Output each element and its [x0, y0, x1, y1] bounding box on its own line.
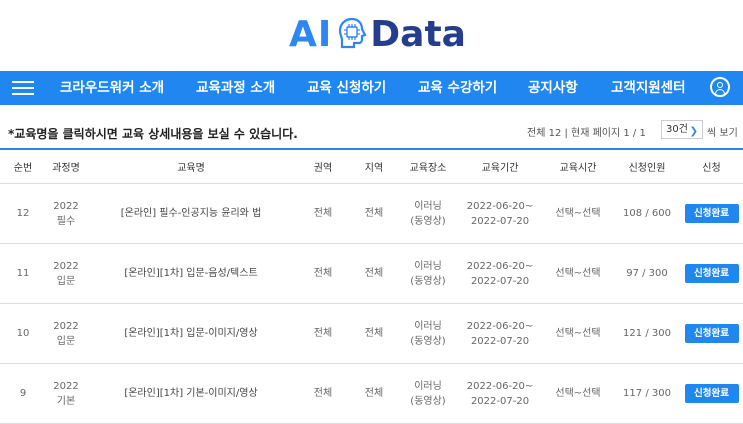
course-name-link[interactable]: [온라인][1차] 입문-음성/텍스트: [86, 243, 296, 304]
page-summary: 전체 12 | 현재 페이지 1 / 1: [527, 128, 646, 139]
course-type: 2022 입문: [46, 243, 86, 304]
page-size-label: 씩 보기: [707, 128, 738, 139]
count-cell: 121 / 300: [614, 303, 680, 364]
period-cell: 2022-06-20~ 2022-07-20: [458, 243, 542, 304]
course-type: 2022 필수: [46, 183, 86, 244]
apply-complete-button[interactable]: 신청완료: [684, 384, 739, 403]
column-header: 교육기간: [458, 150, 542, 184]
course-type: 2022 기본: [46, 363, 86, 424]
notice-text: *교육명을 클릭하시면 교육 상세내용을 보실 수 있습니다.: [8, 127, 298, 141]
apply-cell: 신청완료: [680, 303, 743, 364]
apply-cell: 신청완료: [680, 243, 743, 304]
region-cell: 전체: [296, 243, 350, 304]
nav-item-notice[interactable]: 공지사항: [528, 71, 578, 105]
course-name-link[interactable]: [온라인] 필수-인공지능 윤리와 법: [86, 183, 296, 244]
period-cell: 2022-06-20~ 2022-07-20: [458, 363, 542, 424]
column-header: 신청: [680, 150, 743, 184]
region-cell: 전체: [296, 183, 350, 244]
chevron-down-icon: ❯: [689, 126, 698, 137]
row-number: 10: [0, 303, 46, 364]
count-cell: 97 / 300: [614, 243, 680, 304]
column-header: 교육명: [86, 150, 296, 184]
place-cell: 이러닝 (동영상): [398, 363, 458, 424]
logo-text-data: Data: [370, 13, 466, 55]
row-number: 9: [0, 363, 46, 424]
apply-cell: 신청완료: [680, 363, 743, 424]
column-header: 교육시간: [542, 150, 614, 184]
area-cell: 전체: [350, 363, 398, 424]
column-header: 교육장소: [398, 150, 458, 184]
place-cell: 이러닝 (동영상): [398, 243, 458, 304]
table-row: 12 2022 필수 [온라인] 필수-인공지능 윤리와 법 전체 전체 이러닝(…: [0, 183, 743, 244]
apply-complete-button[interactable]: 신청완료: [684, 264, 739, 283]
area-cell: 전체: [350, 303, 398, 364]
course-name-link[interactable]: [온라인][1차] 기본-이미지/영상: [86, 363, 296, 424]
table-row: 11 2022 입문 [온라인][1차] 입문-음성/텍스트 전체 전체 이러닝(…: [0, 243, 743, 304]
nav-item-crowdworker-intro[interactable]: 크라우드워커 소개: [60, 71, 164, 105]
apply-cell: 신청완료: [680, 183, 743, 244]
time-cell: 선택~선택: [542, 183, 614, 244]
column-header: 권역: [296, 150, 350, 184]
page-size-select[interactable]: 30건 ❯: [661, 120, 703, 139]
course-table-wrapper: 순번 과정명 교육명 권역 지역 교육장소 교육기간 교육시간 신청인원 신청 …: [0, 148, 743, 424]
count-cell: 108 / 600: [614, 183, 680, 244]
time-cell: 선택~선택: [542, 363, 614, 424]
course-type: 2022 입문: [46, 303, 86, 364]
table-row: 9 2022 기본 [온라인][1차] 기본-이미지/영상 전체 전체 이러닝 (동…: [0, 363, 743, 424]
time-cell: 선택~선택: [542, 243, 614, 304]
course-table: 순번 과정명 교육명 권역 지역 교육장소 교육기간 교육시간 신청인원 신청 …: [0, 150, 743, 424]
column-header: 순번: [0, 150, 46, 184]
table-header-row: 순번 과정명 교육명 권역 지역 교육장소 교육기간 교육시간 신청인원 신청: [0, 150, 743, 184]
period-cell: 2022-06-20~ 2022-07-20: [458, 183, 542, 244]
site-header: AI Data: [0, 0, 743, 70]
course-name-link[interactable]: [온라인][1차] 입문-이미지/영상: [86, 303, 296, 364]
time-cell: 선택~선택: [542, 303, 614, 364]
apply-complete-button[interactable]: 신청완료: [684, 324, 739, 343]
period-cell: 2022-06-20~ 2022-07-20: [458, 303, 542, 364]
area-cell: 전체: [350, 243, 398, 304]
nav-item-support[interactable]: 고객지원센터: [611, 71, 686, 105]
main-navigation: 크라우드워커 소개 교육과정 소개 교육 신청하기 교육 수강하기 공지사항 고…: [0, 71, 743, 105]
list-info-bar: *교육명을 클릭하시면 교육 상세내용을 보실 수 있습니다. 전체 12 | …: [0, 116, 743, 144]
row-number: 12: [0, 183, 46, 244]
site-logo[interactable]: AI Data: [289, 12, 466, 56]
nav-item-course-intro[interactable]: 교육과정 소개: [196, 71, 275, 105]
table-row: 10 2022 입문 [온라인][1차] 입문-이미지/영상 전체 전체 이러닝(…: [0, 303, 743, 364]
nav-item-course-apply[interactable]: 교육 신청하기: [307, 71, 386, 105]
menu-icon[interactable]: [12, 81, 34, 95]
logo-text-ai: AI: [289, 13, 333, 55]
area-cell: 전체: [350, 183, 398, 244]
row-number: 11: [0, 243, 46, 304]
nav-item-course-attend[interactable]: 교육 수강하기: [418, 71, 497, 105]
column-header: 지역: [350, 150, 398, 184]
page-size-value: 30건: [666, 124, 688, 135]
place-cell: 이러닝 (동영상): [398, 183, 458, 244]
apply-complete-button[interactable]: 신청완료: [684, 204, 739, 223]
user-icon[interactable]: [710, 77, 730, 97]
column-header: 과정명: [46, 150, 86, 184]
column-header: 신청인원: [614, 150, 680, 184]
region-cell: 전체: [296, 303, 350, 364]
region-cell: 전체: [296, 363, 350, 424]
count-cell: 117 / 300: [614, 363, 680, 424]
place-cell: 이러닝 (동영상): [398, 303, 458, 364]
ai-head-icon: [339, 17, 367, 49]
